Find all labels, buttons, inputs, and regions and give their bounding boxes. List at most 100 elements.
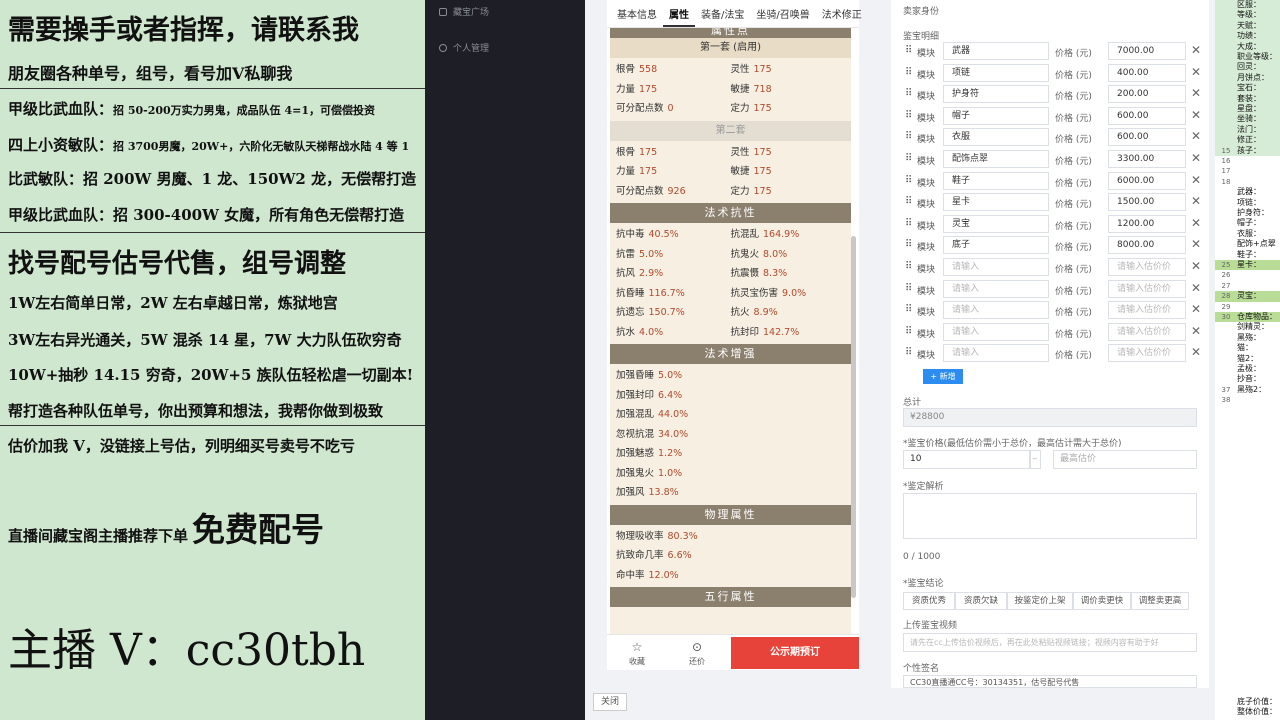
sheet-row[interactable]: 区服： <box>1215 0 1280 11</box>
drag-handle-icon[interactable]: ⠿ <box>905 348 912 358</box>
price-input[interactable]: 3300.00 <box>1108 150 1186 168</box>
price-input[interactable]: 600.00 <box>1108 128 1186 147</box>
add-row-button[interactable]: + 新增 <box>923 369 963 384</box>
module-name-input[interactable]: 武器 <box>943 42 1049 60</box>
module-name-input[interactable]: 请输入 <box>943 322 1049 341</box>
sheet-row[interactable]: 护身符： <box>1215 208 1280 219</box>
tab-attributes[interactable]: 属性 <box>663 6 695 27</box>
sheet-row[interactable]: 15 孩子： <box>1215 145 1280 156</box>
price-input[interactable]: 请输入估价价 <box>1108 344 1186 363</box>
sheet-row[interactable]: 套装： <box>1215 93 1280 104</box>
sheet-row[interactable] <box>1215 520 1280 531</box>
drag-handle-icon[interactable]: ⠿ <box>905 262 912 272</box>
scrollbar[interactable] <box>851 236 856 598</box>
sheet-row[interactable]: 配饰+点翠 <box>1215 239 1280 250</box>
reserve-button[interactable]: 公示期预订 <box>731 637 859 669</box>
sheet-row[interactable]: 29 <box>1215 301 1280 312</box>
sheet-row[interactable]: 坐骑： <box>1215 114 1280 125</box>
drag-handle-icon[interactable]: ⠿ <box>905 283 912 294</box>
sheet-row[interactable] <box>1215 499 1280 510</box>
min-price-input[interactable]: 10 <box>903 450 1031 469</box>
sheet-row[interactable] <box>1215 644 1280 656</box>
sheet-row[interactable] <box>1215 686 1280 697</box>
sheet-row[interactable]: 武器： <box>1215 187 1280 198</box>
module-name-input[interactable]: 衣服 <box>943 128 1049 147</box>
sheet-row[interactable]: 28 灵宝： <box>1215 291 1280 302</box>
remove-row-icon[interactable]: ✕ <box>1191 173 1201 187</box>
min-price-stepper[interactable]: − <box>1029 450 1041 469</box>
sheet-row[interactable] <box>1215 540 1280 552</box>
sheet-row[interactable] <box>1215 676 1280 687</box>
module-name-input[interactable]: 星卡 <box>943 193 1049 212</box>
sheet-row[interactable]: 大成： <box>1215 41 1280 52</box>
drag-handle-icon[interactable]: ⠿ <box>905 110 912 121</box>
module-name-input[interactable]: 请输入 <box>943 258 1049 276</box>
favorite-button[interactable]: ☆ 收藏 <box>617 641 657 667</box>
sheet-row[interactable]: 17 <box>1215 166 1280 177</box>
sheet-row[interactable]: 月饼点： <box>1215 72 1280 84</box>
remove-row-icon[interactable]: ✕ <box>1191 345 1201 359</box>
drag-handle-icon[interactable]: ⠿ <box>905 46 912 56</box>
sheet-row[interactable]: 孟极： <box>1215 364 1280 375</box>
sheet-row[interactable]: 衣服： <box>1215 228 1280 240</box>
remove-row-icon[interactable]: ✕ <box>1191 86 1201 100</box>
sheet-row[interactable]: 底子价值： <box>1215 696 1280 708</box>
remove-row-icon[interactable]: ✕ <box>1191 108 1201 122</box>
sheet-row[interactable] <box>1215 551 1280 562</box>
conclusion-tag[interactable]: 按鉴定价上架 <box>1007 592 1073 610</box>
price-input[interactable]: 400.00 <box>1108 63 1186 82</box>
sheet-row[interactable]: 26 <box>1215 270 1280 281</box>
sheet-row[interactable] <box>1215 468 1280 479</box>
sheet-row[interactable]: 职业等级： <box>1215 52 1280 63</box>
drag-handle-icon[interactable]: ⠿ <box>905 197 912 207</box>
sheet-row[interactable] <box>1215 655 1280 666</box>
conclusion-tag[interactable]: 资质欠缺 <box>955 592 1007 610</box>
drag-handle-icon[interactable]: ⠿ <box>905 218 912 229</box>
sheet-row[interactable]: 星盘： <box>1215 104 1280 115</box>
sheet-row[interactable]: 功绩： <box>1215 31 1280 42</box>
remove-row-icon[interactable]: ✕ <box>1191 302 1201 316</box>
close-button[interactable]: 关闭 <box>593 693 627 711</box>
conclusion-tag[interactable]: 资质优秀 <box>903 592 955 610</box>
sheet-row[interactable] <box>1215 572 1280 583</box>
remove-row-icon[interactable]: ✕ <box>1191 194 1201 208</box>
module-name-input[interactable]: 灵宝 <box>943 214 1049 233</box>
analysis-textarea[interactable] <box>903 493 1197 539</box>
drag-handle-icon[interactable]: ⠿ <box>905 132 912 142</box>
tab-spell-correction[interactable]: 法术修正 <box>816 6 868 21</box>
module-name-input[interactable]: 项链 <box>943 63 1049 82</box>
conclusion-tag[interactable]: 调价卖更快 <box>1073 592 1131 610</box>
module-name-input[interactable]: 请输入 <box>943 344 1049 363</box>
remove-row-icon[interactable]: ✕ <box>1191 216 1201 230</box>
drag-handle-icon[interactable]: ⠿ <box>905 240 912 250</box>
drag-handle-icon[interactable]: ⠿ <box>905 305 912 315</box>
sheet-row[interactable]: 整体价值： <box>1215 707 1280 718</box>
sheet-row[interactable]: 黑殇： <box>1215 332 1280 344</box>
sheet-row[interactable]: 回灵： <box>1215 62 1280 73</box>
sheet-row[interactable] <box>1215 582 1280 593</box>
bargain-button[interactable]: ⊙ 还价 <box>677 641 717 667</box>
price-input[interactable]: 200.00 <box>1108 85 1186 104</box>
drag-handle-icon[interactable]: ⠿ <box>905 326 912 337</box>
sheet-row[interactable] <box>1215 624 1280 635</box>
sheet-row[interactable] <box>1215 561 1280 572</box>
sheet-row[interactable] <box>1215 592 1280 604</box>
drag-handle-icon[interactable]: ⠿ <box>905 67 912 78</box>
tab-basic[interactable]: 基本信息 <box>611 6 663 21</box>
price-input[interactable]: 1200.00 <box>1108 214 1186 233</box>
price-input[interactable]: 8000.00 <box>1108 236 1186 255</box>
remove-row-icon[interactable]: ✕ <box>1191 237 1201 251</box>
remove-row-icon[interactable]: ✕ <box>1191 65 1201 79</box>
remove-row-icon[interactable]: ✕ <box>1191 151 1201 165</box>
sheet-row[interactable]: 修正： <box>1215 135 1280 146</box>
drag-handle-icon[interactable]: ⠿ <box>905 154 912 164</box>
sheet-row[interactable]: 16 <box>1215 156 1280 167</box>
sheet-row[interactable]: 18 <box>1215 176 1280 188</box>
sheet-row[interactable] <box>1215 405 1280 416</box>
sheet-row[interactable]: 抄音： <box>1215 374 1280 385</box>
sheet-row[interactable]: 帽子： <box>1215 218 1280 229</box>
sheet-row[interactable] <box>1215 436 1280 448</box>
module-name-input[interactable]: 帽子 <box>943 106 1049 125</box>
drag-handle-icon[interactable]: ⠿ <box>905 175 912 186</box>
sidebar-item-market[interactable]: 藏宝广场 <box>439 5 489 18</box>
